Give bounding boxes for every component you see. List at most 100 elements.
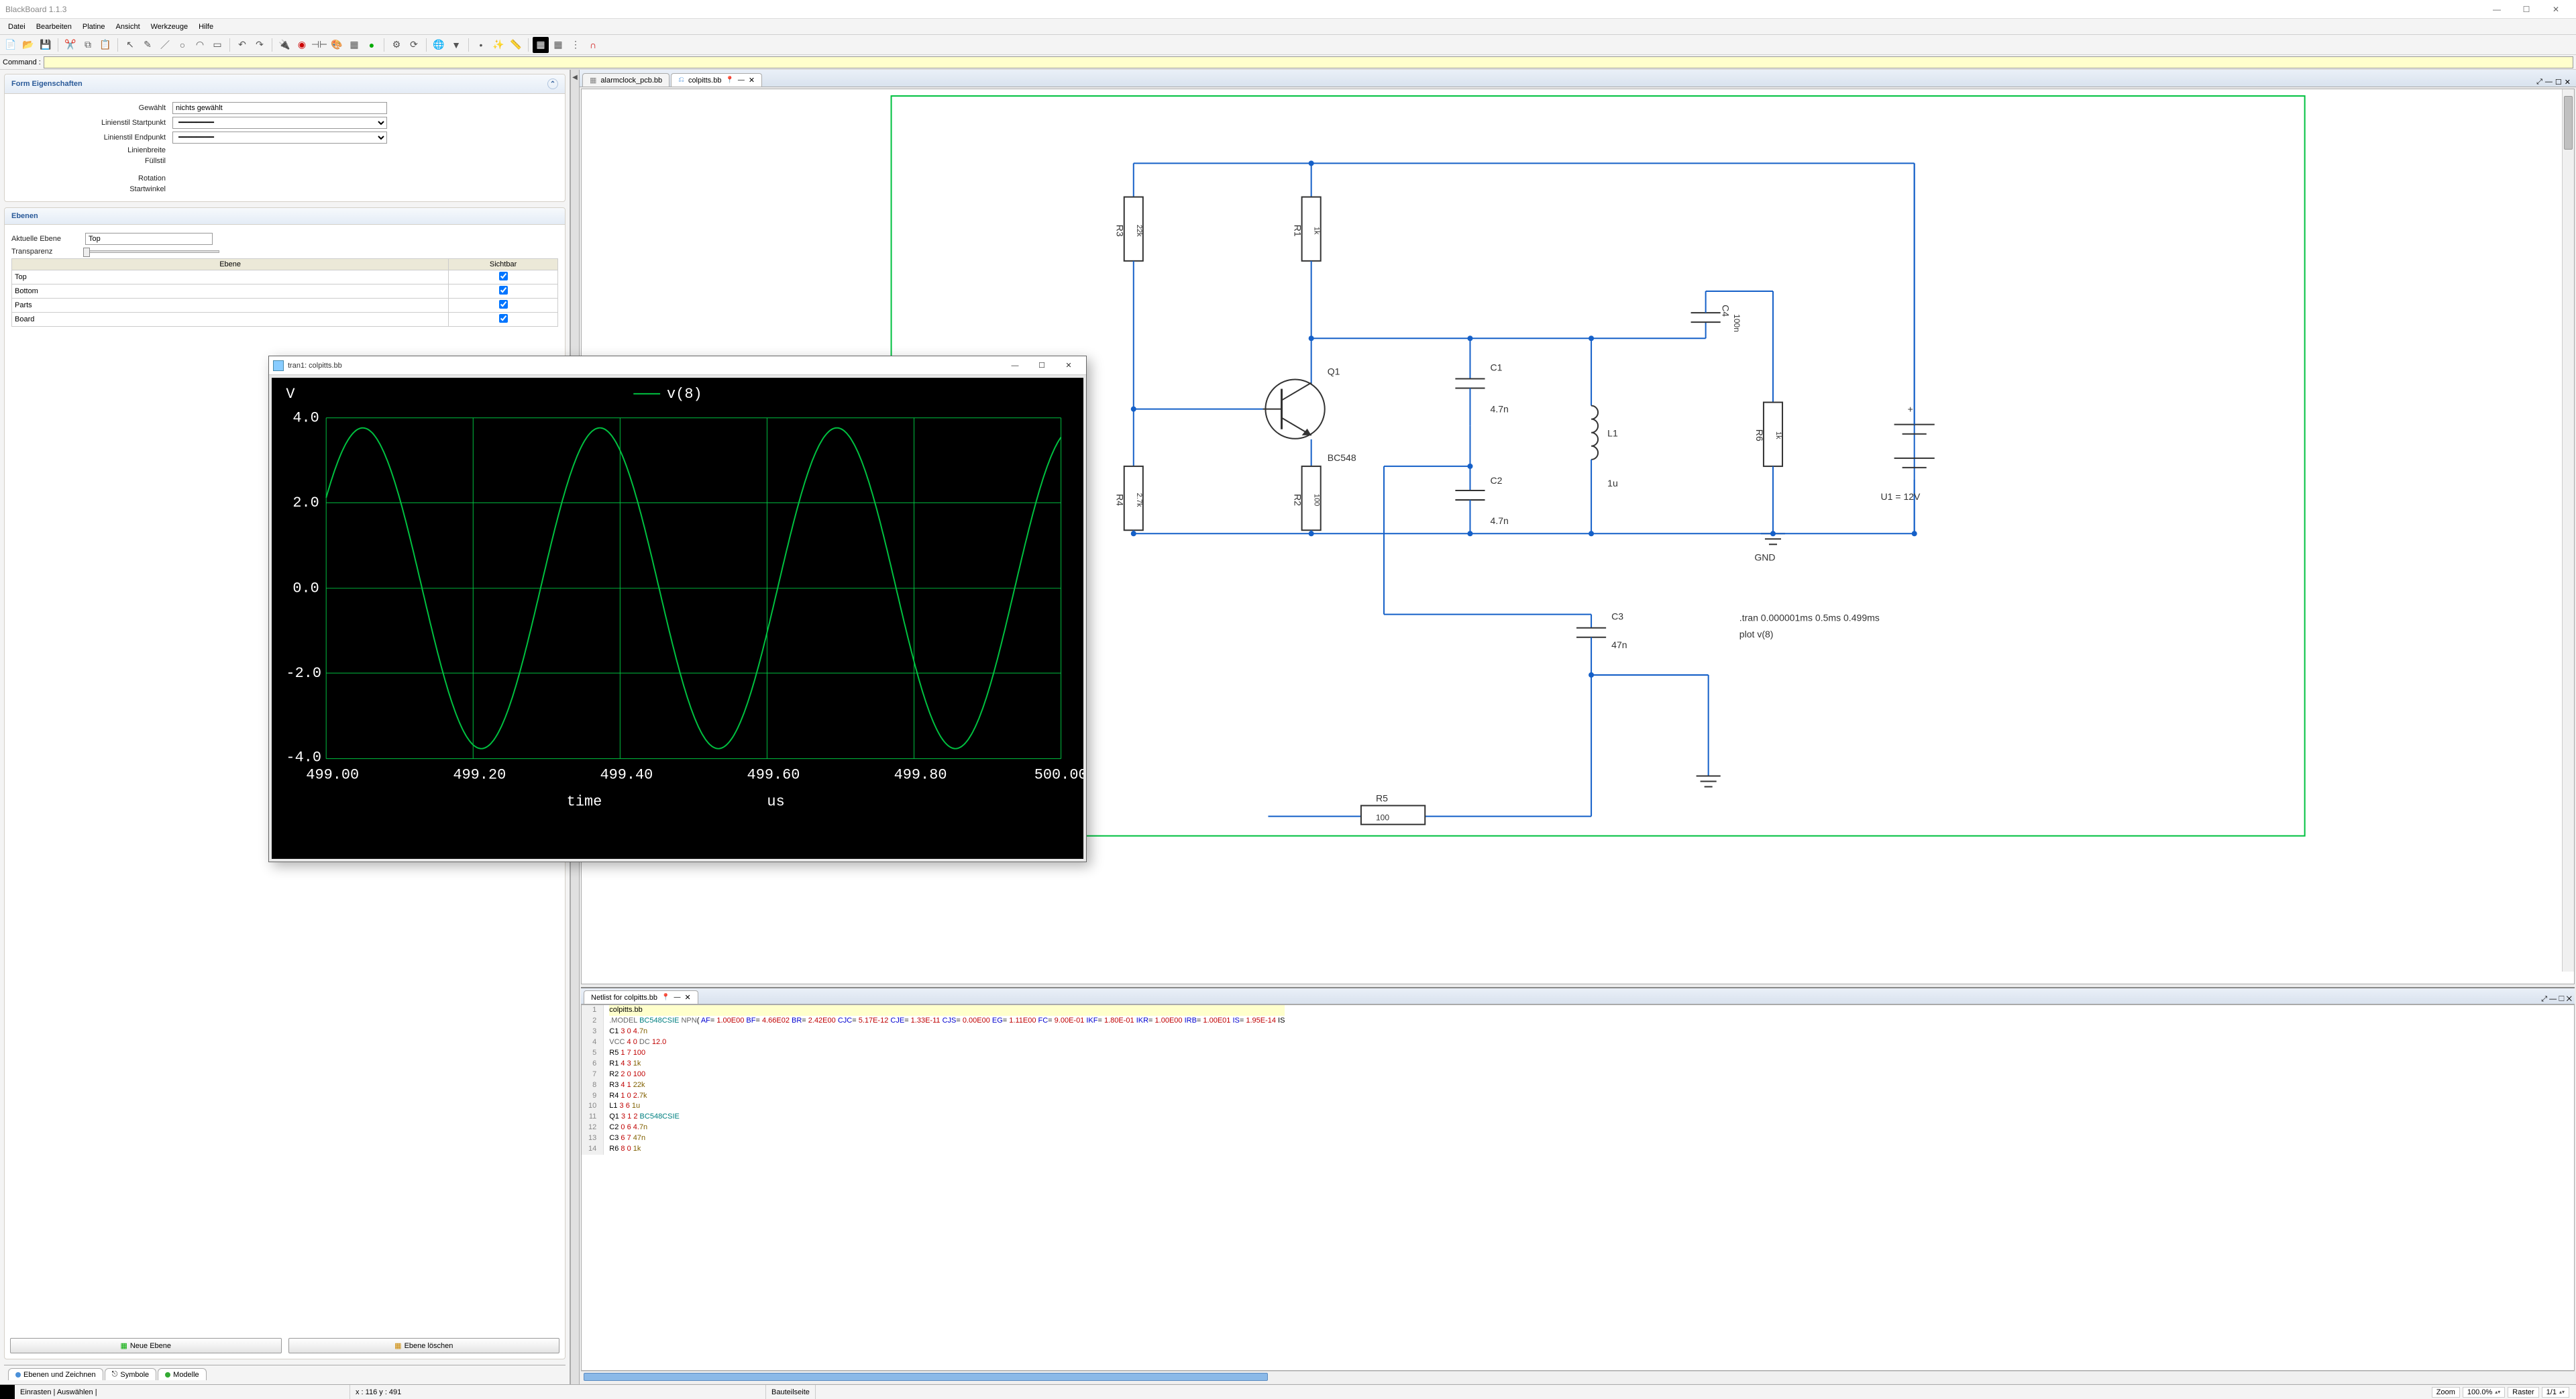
arc-icon[interactable]: ◠ — [192, 37, 208, 53]
svg-text:47n: 47n — [1611, 639, 1627, 650]
redo-icon[interactable]: ↷ — [252, 37, 268, 53]
pin-icon[interactable]: 📍 — [661, 994, 669, 1001]
cap-icon[interactable]: ⊣⊢ — [311, 37, 327, 53]
chip-icon[interactable]: ▦ — [346, 37, 362, 53]
layer-visible-checkbox[interactable] — [499, 272, 508, 280]
wand-icon[interactable]: ✨ — [490, 37, 506, 53]
close-tab-icon[interactable]: ✕ — [685, 993, 691, 1002]
window-minimize-button[interactable]: — — [2482, 5, 2512, 14]
collapse-icon[interactable]: ⌃ — [547, 79, 558, 89]
command-input[interactable] — [44, 56, 2573, 68]
plot-close-button[interactable]: ✕ — [1055, 361, 1082, 370]
linienstil-end-select[interactable]: ━━━━━━━━ — [172, 132, 387, 144]
minimize-tab-icon[interactable]: — — [738, 76, 745, 84]
maximize-all-icon[interactable]: ☐ — [2559, 995, 2564, 1003]
svg-text:499.00: 499.00 — [306, 767, 359, 784]
plus-icon: ▦ — [120, 1341, 127, 1350]
grid2-icon[interactable]: ▦ — [550, 37, 566, 53]
layer-row[interactable]: Parts — [12, 299, 558, 313]
copy-icon[interactable]: ⧉ — [80, 37, 96, 53]
plot-minimize-button[interactable]: — — [1002, 362, 1028, 370]
minimize-all-icon[interactable]: — — [2549, 995, 2557, 1003]
close-all-icon[interactable]: ✕ — [2567, 995, 2572, 1003]
close-tab-icon[interactable]: ✕ — [749, 76, 755, 85]
cut-icon[interactable]: ✂️ — [62, 37, 78, 53]
svg-text:C4: C4 — [1721, 305, 1731, 317]
menu-hilfe[interactable]: Hilfe — [193, 19, 219, 35]
minimize-tab-icon[interactable]: — — [674, 994, 681, 1001]
tab-netlist[interactable]: Netlist for colpitts.bb 📍 — ✕ — [584, 990, 698, 1004]
pin-icon[interactable]: 📍 — [725, 76, 733, 84]
open-icon[interactable]: 📂 — [20, 37, 36, 53]
menu-werkzeuge[interactable]: Werkzeuge — [146, 19, 193, 35]
point-icon[interactable]: • — [473, 37, 489, 53]
measure-icon[interactable]: 📏 — [508, 37, 524, 53]
led-icon[interactable]: ◉ — [294, 37, 310, 53]
menu-bearbeiten[interactable]: Bearbeiten — [31, 19, 77, 35]
pencil-icon[interactable]: ✎ — [140, 37, 156, 53]
menu-ansicht[interactable]: Ansicht — [111, 19, 146, 35]
tab-modelle[interactable]: Modelle — [158, 1368, 207, 1380]
col-sichtbar[interactable]: Sichtbar — [449, 259, 558, 270]
layer-row[interactable]: Board — [12, 313, 558, 327]
window-maximize-button[interactable]: ☐ — [2512, 5, 2541, 14]
paste-icon[interactable]: 📋 — [97, 37, 113, 53]
grid1-icon[interactable]: ▦ — [533, 37, 549, 53]
line-icon[interactable]: ／ — [157, 37, 173, 53]
plot-window[interactable]: tran1: colpitts.bb — ☐ ✕ V v(8) 4.0 2.0 … — [268, 356, 1087, 862]
layer-row[interactable]: Top — [12, 270, 558, 284]
component-icon[interactable]: 🔌 — [276, 37, 292, 53]
plot-maximize-button[interactable]: ☐ — [1028, 361, 1055, 370]
layer-visible-checkbox[interactable] — [499, 300, 508, 309]
menu-platine[interactable]: Platine — [77, 19, 111, 35]
transparenz-slider[interactable] — [85, 250, 219, 253]
circle-icon[interactable]: ○ — [174, 37, 191, 53]
globe-icon[interactable]: 🌐 — [431, 37, 447, 53]
svg-text:v(8): v(8) — [667, 386, 702, 403]
tab-symbole[interactable]: ⎋Symbole — [105, 1368, 157, 1380]
close-all-icon[interactable]: ✕ — [2565, 78, 2571, 87]
window-close-button[interactable]: ✕ — [2541, 5, 2571, 14]
magnet-icon[interactable]: ∩ — [585, 37, 601, 53]
tab-ebenen-zeichnen[interactable]: Ebenen und Zeichnen — [8, 1368, 103, 1380]
gewaehlt-field[interactable] — [172, 102, 387, 114]
layer-visible-checkbox[interactable] — [499, 314, 508, 323]
pointer-icon[interactable]: ↖ — [122, 37, 138, 53]
col-ebene[interactable]: Ebene — [12, 259, 449, 270]
svg-text:-2.0: -2.0 — [286, 665, 321, 682]
palette-icon[interactable]: 🎨 — [329, 37, 345, 53]
tab-colpitts[interactable]: ⎌ colpitts.bb 📍 — ✕ — [671, 73, 762, 87]
run-icon[interactable]: ● — [364, 37, 380, 53]
neue-ebene-button[interactable]: ▦Neue Ebene — [10, 1338, 282, 1353]
up-down-icon[interactable]: ▴▾ — [2559, 1389, 2565, 1395]
svg-text:C3: C3 — [1611, 611, 1623, 622]
restore-icon[interactable]: ⤢ — [2541, 995, 2547, 1003]
save-icon[interactable]: 💾 — [38, 37, 54, 53]
menu-datei[interactable]: Datei — [3, 19, 31, 35]
restore-icon[interactable]: ⤢ — [2536, 78, 2542, 87]
netlist-scrollbar-h[interactable] — [581, 1371, 2575, 1383]
titlebar: BlackBoard 1.1.3 — ☐ ✕ — [0, 0, 2576, 19]
layer-visible-checkbox[interactable] — [499, 286, 508, 295]
linienstil-start-select[interactable]: ━━━━━━━━ — [172, 117, 387, 129]
raster-value-box[interactable]: 1/1▴▾ — [2542, 1387, 2569, 1398]
undo-icon[interactable]: ↶ — [234, 37, 250, 53]
zoom-value-box[interactable]: 100.0%▴▾ — [2463, 1387, 2505, 1398]
layer-row[interactable]: Bottom — [12, 284, 558, 299]
plot-titlebar[interactable]: tran1: colpitts.bb — ☐ ✕ — [269, 356, 1086, 375]
refresh-icon[interactable]: ⟳ — [406, 37, 422, 53]
gridstep-icon[interactable]: ⋮ — [568, 37, 584, 53]
rect-icon[interactable]: ▭ — [209, 37, 225, 53]
netlist-editor[interactable]: 1234567891011121314 colpitts.bb.MODEL BC… — [581, 1004, 2575, 1371]
tab-alarmclock[interactable]: ▦ alarmclock_pcb.bb — [582, 73, 669, 87]
ebene-loeschen-button[interactable]: ▦Ebene löschen — [288, 1338, 560, 1353]
up-down-icon[interactable]: ▴▾ — [2495, 1389, 2500, 1395]
canvas-scrollbar-v[interactable] — [2562, 89, 2574, 972]
down-icon[interactable]: ▼ — [448, 37, 464, 53]
maximize-all-icon[interactable]: ☐ — [2555, 78, 2562, 87]
minimize-all-icon[interactable]: — — [2545, 78, 2553, 87]
aktuelle-ebene-field[interactable] — [85, 233, 213, 245]
new-icon[interactable]: 📄 — [3, 37, 19, 53]
gear-icon[interactable]: ⚙ — [388, 37, 405, 53]
svg-text:C2: C2 — [1491, 475, 1503, 486]
